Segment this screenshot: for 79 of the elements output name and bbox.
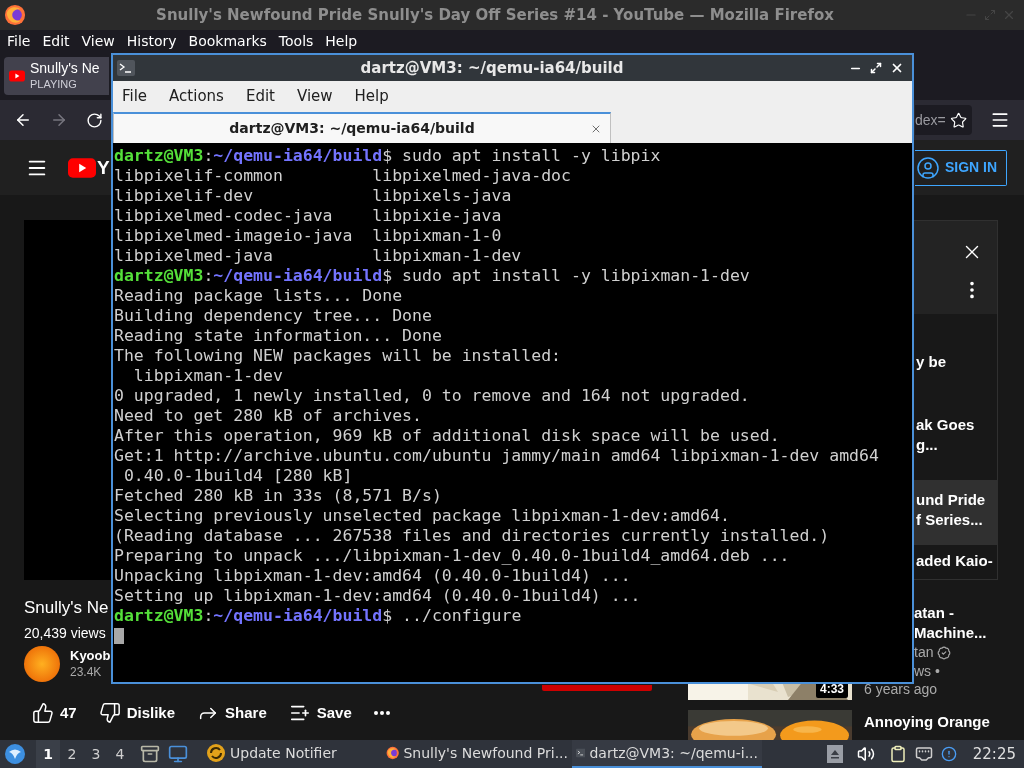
output-line: 0.40.0-1build4 [280 kB] <box>122 466 353 486</box>
tab-status: PLAYING <box>30 77 78 92</box>
completion-entry: libpixelmed-imageio-java <box>114 226 354 246</box>
output-line: Setting up libpixman-1-dev:amd64 (0.40.0-1build4) ... <box>114 586 641 606</box>
command-line: dartz@VM3:~/qemu-ia64/build$ ../configure <box>114 606 523 626</box>
playlist-item-title: und Pride <box>916 490 987 511</box>
address-field[interactable]: dex= <box>915 105 972 135</box>
output-line: Get:1 http://archive.ubuntu.com/ubuntu jammy/main amd64 libpixman-1-dev amd64 <box>114 446 879 466</box>
video-title[interactable]: Annoying Orange <box>864 712 990 732</box>
completion-entry: libpixelmed-java <box>114 246 274 266</box>
tab-title: Snully's Ne <box>30 60 100 78</box>
command-line: dartz@VM3:~/qemu-ia64/build$ sudo apt install -y libpixman-1-dev <box>114 266 751 286</box>
output-line: Reading package lists... Done <box>114 286 403 306</box>
menu-item[interactable]: History <box>126 30 177 52</box>
action-button[interactable]: 47 <box>32 701 77 725</box>
menu-item[interactable]: View <box>296 84 333 108</box>
playlist-item-title: y be <box>916 352 947 373</box>
output-line: 0 upgraded, 1 newly installed, 0 to remove and 164 not upgraded. <box>114 386 750 406</box>
action-button[interactable]: Dislike <box>98 701 176 725</box>
menu-item[interactable]: File <box>122 84 148 108</box>
output-line: The following NEW packages will be installed: <box>114 346 562 366</box>
video-title: Snully's Ne <box>24 597 109 619</box>
output-line: After this operation, 969 kB of additional disk space will be used. <box>114 426 780 446</box>
output-line: Preparing to unpack .../libpixman-1-dev_0.40.0-1build4_amd64.deb ... <box>114 546 790 566</box>
menu-item[interactable]: Edit <box>42 30 70 52</box>
playlist-item[interactable]: und Pride f Series... <box>914 480 997 545</box>
workspace-switch[interactable]: 3 <box>84 740 108 768</box>
taskbar-task[interactable]: Update Notifier <box>202 740 382 768</box>
window-title: Snully's Newfound Pride Snully's Day Off Series #14 - YouTube — Mozilla Firefox <box>156 4 834 26</box>
site-logo-text[interactable]: Y <box>97 156 110 179</box>
completion-entry: libpixie-java <box>372 206 502 226</box>
menu-item[interactable]: Actions <box>169 84 224 108</box>
upload-age: 6 years ago <box>864 681 939 698</box>
channel-name[interactable]: Kyoob <box>70 647 111 664</box>
output-line: Reading state information... Done <box>114 326 442 346</box>
video-title[interactable]: Machine... <box>914 623 987 643</box>
sign-in-button[interactable]: SIGN IN <box>915 149 1007 186</box>
output-line: libpixman-1-dev <box>132 366 283 386</box>
completion-entry: libpixelmed-java-doc <box>372 166 571 186</box>
browser-tab[interactable]: Snully's Ne PLAYING <box>4 57 109 95</box>
view-info: ws • <box>914 662 940 681</box>
output-line: Need to get 280 kB of archives. <box>114 406 422 426</box>
action-button[interactable]: Save <box>288 701 352 725</box>
menu-item[interactable]: Bookmarks <box>188 30 267 52</box>
video-title[interactable]: atan - <box>914 603 954 623</box>
taskbar-task[interactable]: Snully's Newfound Pri... <box>382 740 572 768</box>
view-count: 20,439 views <box>24 624 106 643</box>
completion-entry: libpixelif-common <box>114 166 284 186</box>
completion-entry: libpixelif-dev <box>114 186 255 206</box>
menu-item[interactable]: Tools <box>278 30 314 52</box>
output-line: Selecting previously unselected package libpixman-1-dev:amd64. <box>114 506 730 526</box>
action-button[interactable]: Share <box>197 701 267 725</box>
menu-item[interactable]: Edit <box>245 84 275 108</box>
menu-item[interactable]: Help <box>354 84 389 108</box>
command-line: dartz@VM3:~/qemu-ia64/build$ sudo apt install -y libpix <box>114 146 662 166</box>
completion-entry: libpixelmed-codec-java <box>114 206 334 226</box>
completion-entry: libpixels-java <box>372 186 512 206</box>
channel-name: tan <box>914 643 934 662</box>
taskbar-task[interactable]: dartz@VM3: ~/qemu-i... <box>572 740 762 768</box>
output-line: (Reading database ... 267538 files and directories currently installed.) <box>114 526 830 546</box>
clock[interactable]: 22:25 <box>972 742 1016 766</box>
completion-entry: libpixman-1-dev <box>372 246 522 266</box>
window-title: dartz@VM3: ~/qemu-ia64/build <box>360 57 624 79</box>
workspace-switch[interactable]: 4 <box>108 740 132 768</box>
playlist-item-title: g... <box>916 434 939 455</box>
terminal-tab[interactable]: dartz@VM3: ~/qemu-ia64/build <box>113 112 611 143</box>
menu-item[interactable]: Help <box>325 30 358 52</box>
playlist-item-title: f Series... <box>916 510 984 531</box>
workspace-switch[interactable]: 1 <box>36 740 60 768</box>
output-line: Building dependency tree... Done <box>114 306 432 326</box>
playlist-item-title: aded Kaio- <box>916 551 994 571</box>
completion-entry: libpixman-1-0 <box>372 226 502 246</box>
menu-item[interactable]: View <box>81 30 115 52</box>
output-line: Unpacking libpixman-1-dev:amd64 (0.40.0-1build4) ... <box>114 566 631 586</box>
subscriber-count: 23.4K <box>70 664 102 681</box>
workspace-switch[interactable]: 2 <box>60 740 84 768</box>
output-line: Fetched 280 kB in 33s (8,571 B/s) <box>114 486 442 506</box>
playlist-item-title: ak Goes <box>916 414 976 435</box>
menu-item[interactable]: File <box>7 30 31 52</box>
